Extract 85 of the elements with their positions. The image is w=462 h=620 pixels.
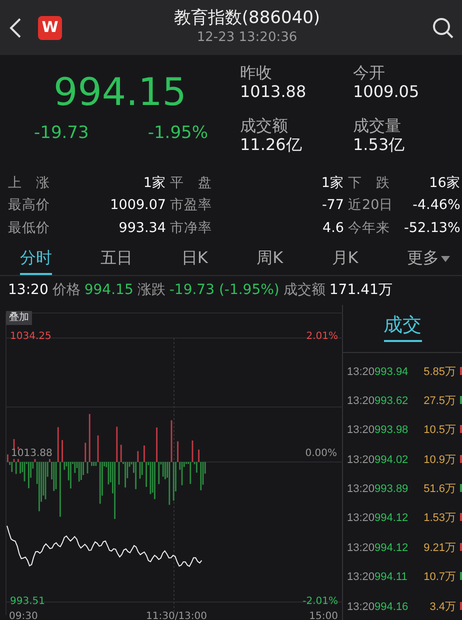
field-value: 1.53亿 bbox=[353, 135, 406, 154]
time-axis-label: 15:00 bbox=[309, 612, 338, 620]
stat-value: 1009.07 bbox=[109, 196, 166, 216]
price-value: 994.15 bbox=[84, 281, 134, 300]
trade-price: 993.62 bbox=[374, 396, 408, 407]
trade-time: 13:20 bbox=[347, 602, 375, 613]
time-axis-label: 09:30 bbox=[9, 612, 38, 620]
stat-label: 近20日 bbox=[347, 196, 394, 216]
axis-label: 1013.88 bbox=[10, 449, 54, 459]
price-label: 价格 bbox=[52, 281, 80, 300]
back-icon[interactable] bbox=[8, 16, 22, 38]
field-label: 成交量 bbox=[353, 116, 402, 136]
change-label: 涨跌 bbox=[137, 281, 166, 300]
field-value: 1013.88 bbox=[240, 82, 308, 102]
trade-volume: 27.5万 bbox=[424, 396, 456, 407]
field-label: 昨收 bbox=[240, 63, 273, 82]
trade-volume: 10.5万 bbox=[424, 425, 456, 436]
chart-tab[interactable]: 日K bbox=[181, 240, 208, 275]
stat-label: 平 盘 bbox=[169, 174, 213, 193]
amount-value: 171.41万 bbox=[329, 281, 392, 300]
axis-label: 2.01% bbox=[306, 332, 338, 342]
chart-tab[interactable]: 更多 bbox=[406, 240, 450, 275]
trade-volume: 3.4万 bbox=[430, 602, 456, 613]
stat-label: 下 跌 bbox=[347, 174, 391, 193]
field-label: 成交额 bbox=[240, 116, 289, 136]
app-logo: W bbox=[38, 16, 62, 40]
axis-label: -2.01% bbox=[302, 597, 338, 607]
trade-time: 13:20 bbox=[347, 484, 375, 496]
trade-price: 993.98 bbox=[374, 425, 408, 436]
chart-tab[interactable]: 周K bbox=[256, 240, 284, 275]
trade-price: 994.11 bbox=[374, 572, 408, 584]
chart-tab[interactable]: 分时 bbox=[20, 240, 52, 275]
stat-label: 最低价 bbox=[8, 218, 51, 238]
stat-label: 上 涨 bbox=[8, 174, 51, 193]
amount-label: 成交额 bbox=[283, 281, 326, 300]
time-axis-label: 11:30/13:00 bbox=[146, 612, 208, 620]
trade-price: 994.16 bbox=[374, 602, 408, 613]
axis-label: 0.00% bbox=[304, 449, 338, 459]
trade-volume: 1.53万 bbox=[424, 513, 456, 524]
stat-label: 今年来 bbox=[347, 218, 391, 238]
trade-price: 993.89 bbox=[374, 484, 408, 496]
trade-time: 13:20 bbox=[347, 396, 375, 407]
trade-volume: 10.7万 bbox=[424, 572, 456, 584]
trade-time: 13:20 bbox=[347, 513, 375, 524]
chart-tab[interactable]: 五日 bbox=[100, 240, 133, 275]
stat-label: 最高价 bbox=[8, 196, 51, 216]
stat-value: 4.6 bbox=[322, 218, 344, 238]
field-label: 今开 bbox=[353, 63, 386, 82]
current-price: 994.15 bbox=[52, 73, 188, 112]
window-title: 教育指数(886040) bbox=[174, 8, 320, 28]
stat-value: 16家 bbox=[428, 174, 460, 193]
trade-price: 994.12 bbox=[374, 542, 408, 554]
chart-tab[interactable]: 月K bbox=[332, 240, 358, 275]
timestamp: 12-23 13:20:36 bbox=[196, 28, 298, 47]
trade-volume: 9.21万 bbox=[424, 542, 456, 554]
stat-value: -77 bbox=[320, 196, 344, 216]
field-value: 11.26亿 bbox=[240, 135, 303, 154]
search-icon[interactable] bbox=[432, 16, 454, 38]
trade-time: 13:20 bbox=[347, 425, 375, 436]
price-change: -19.73 bbox=[34, 122, 89, 146]
axis-label: 1034.25 bbox=[10, 332, 52, 342]
trade-price: 994.02 bbox=[374, 454, 408, 466]
trade-time: 13:20 bbox=[347, 572, 375, 584]
trade-volume: 5.85万 bbox=[424, 366, 456, 378]
stat-value: -52.13% bbox=[404, 218, 460, 238]
trade-volume: 10.9万 bbox=[424, 454, 456, 466]
stat-value: 993.34 bbox=[118, 218, 166, 238]
stat-label: 市盈率 bbox=[169, 196, 213, 216]
field-value: 1009.05 bbox=[353, 82, 420, 102]
stat-value: -4.46% bbox=[412, 196, 460, 216]
stat-label: 市净率 bbox=[169, 218, 213, 238]
overlay-button[interactable]: 叠加 bbox=[6, 311, 32, 325]
trade-time: 13:20 bbox=[347, 366, 375, 378]
change-value: -19.73 (-1.95%) bbox=[169, 281, 280, 300]
trade-price: 994.12 bbox=[374, 513, 408, 524]
time-label: 13:20 bbox=[8, 281, 48, 300]
trade-volume: 51.6万 bbox=[424, 484, 456, 496]
axis-label: 993.51 bbox=[10, 597, 45, 607]
stat-value: 1家 bbox=[142, 174, 166, 193]
trade-time: 13:20 bbox=[347, 454, 375, 466]
percent-change: -1.95% bbox=[148, 122, 208, 146]
trade-time: 13:20 bbox=[347, 542, 375, 554]
stat-value: 1家 bbox=[320, 174, 344, 193]
trade-price: 993.94 bbox=[374, 366, 408, 378]
trades-title: 成交 bbox=[384, 311, 422, 342]
